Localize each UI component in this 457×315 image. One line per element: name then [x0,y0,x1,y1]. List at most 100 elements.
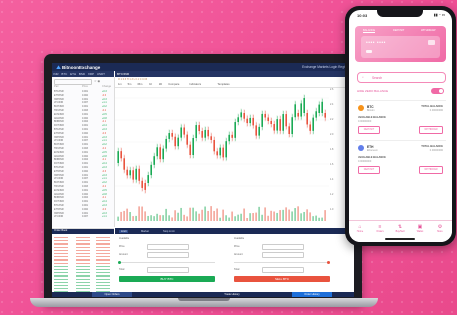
sell-amount-input[interactable] [262,252,304,258]
withdraw-button[interactable]: WITHDRAW [419,126,443,134]
candle [135,168,137,180]
buy-total-input[interactable] [147,267,189,273]
tab-withdraw[interactable]: WITHDRAW [421,29,435,32]
nav-home[interactable]: ⌂ Home [352,224,368,233]
laptop-notch [178,298,230,301]
chart-tool-15m[interactable]: 15m [137,83,142,86]
buy-button[interactable]: BUY BTC [119,276,215,282]
candle [132,170,134,180]
sell-price-input[interactable] [262,244,304,250]
chart-tool-templates[interactable]: Templates [217,83,229,86]
candle [237,117,239,123]
price-tick: 2.0 [330,133,334,136]
order-tab-stop-limit[interactable]: Stop Limit [163,230,175,233]
candle [228,134,230,142]
chart-tool-compare[interactable]: Compare [168,83,179,86]
open-orders-button[interactable]: Open Orders [92,292,132,297]
trade-history-button[interactable]: Trade History [212,292,252,297]
sell-total-input[interactable] [262,267,304,273]
volume-bar [228,217,230,221]
pair-c: -0.1 [102,120,107,124]
candle [267,117,269,121]
pairs-col-pair[interactable]: Pair [54,85,59,88]
sell-slider-knob[interactable] [327,261,330,264]
nav-more[interactable]: ⚙ More [432,224,448,233]
chart-tool-1m[interactable]: 1m [118,83,122,86]
order-tab-market[interactable]: Market [141,230,149,233]
pair-p: 0.001 [82,124,88,128]
pair-p: 0.001 [82,128,88,131]
chart-tool-indicators[interactable]: Indicators [189,83,201,86]
pair-p: 0.003 [82,147,88,150]
deposit-button[interactable]: DEPOSIT [358,166,380,174]
volume-bar [186,216,188,221]
candle [261,113,263,127]
available-balance-label: AVAILABLE BALANCE [358,156,386,159]
price-tick: 1.2 [330,193,334,196]
market-tab-inr[interactable]: INR [53,72,58,76]
tab-balance[interactable]: BALANCE [363,29,376,33]
chart-tool-5m[interactable]: 5m [128,83,132,86]
buy-price-input[interactable] [147,244,189,250]
market-tab-xrp[interactable]: XRP [88,72,94,76]
sell-button[interactable]: SELL BTC [234,276,330,282]
order-book-cell [96,243,110,245]
order-book-cell [96,256,110,258]
chart-tool-1d[interactable]: 1D [159,83,162,86]
market-tab-btc[interactable]: BTC [61,72,67,76]
pairs-col-price[interactable]: Price [82,85,88,88]
order-book-cell [76,288,90,290]
pair-p: 0.004 [82,196,88,200]
pair-n: EOS/INR [54,188,64,192]
sell-slider[interactable] [234,262,330,263]
sell-available-label: Available [234,237,245,240]
pair-p: 0.002 [82,131,88,135]
order-tab-limit[interactable]: Limit [119,229,129,233]
pair-n: BCH/INR [54,181,64,185]
pairs-panel: ☆ ◉ Pair Price Change BTC/INR 0.001 +0.3 ETH/… [52,77,115,227]
pair-n: XRP/INR [54,173,64,177]
available-balance-label: AVAILABLE BALANCE [358,116,386,119]
withdraw-button[interactable]: WITHDRAW [419,166,443,174]
candle [213,139,215,152]
card-chip-icon [366,50,372,53]
volume-bar [168,215,170,221]
pair-n: ETH/INR [54,207,64,211]
top-menu[interactable]: Exchange Markets Login Register [302,65,350,69]
buy-slider-knob[interactable] [118,261,121,264]
volume-bar [246,217,248,221]
star-icon[interactable]: ☆ ◉ [94,79,100,83]
buy-slider[interactable] [119,262,215,263]
brand-logo[interactable]: BitnoonExchange [56,65,100,70]
pair-n: LTC/INR [54,101,64,105]
candle [321,101,323,113]
total-balance-value: 0.00000000 [429,149,443,152]
market-tab-bsd[interactable]: BSD [79,72,85,76]
order-book-cell [76,243,90,245]
hide-zero-toggle[interactable] [431,88,444,94]
nav-buysell[interactable]: ⇅ Buy/Sell [392,224,408,233]
order-book-cell [54,262,68,264]
candle [186,134,188,145]
deposit-button[interactable]: DEPOSIT [358,126,380,134]
logo-icon [56,65,61,70]
coin-search-input[interactable]: ⌕ Search [357,72,446,83]
volume-bar [213,210,215,221]
volume-bar [189,207,191,221]
phone-screen: 10:03 ▮▮ ◔ ▭ BALANCE DEPOSIT WITHDRAW ••… [349,10,452,242]
pair-row[interactable]: LTC/INR 0.007 +1.1 [54,215,112,219]
candle [279,119,281,131]
candle [240,112,242,118]
market-tab-eth[interactable]: ETH [70,72,76,76]
nav-orders[interactable]: ≡ Orders [372,224,388,233]
nav-wallet[interactable]: ▣ Wallet [412,224,428,233]
candlestick-chart[interactable] [115,88,329,223]
available-balance-value: 0.00000000 [358,120,372,123]
pair-n: LTC/INR [54,177,64,181]
pairs-col-change[interactable]: Change [102,85,111,88]
market-tab-usdt[interactable]: USDT [97,72,105,76]
chart-tool-1h[interactable]: 1h [149,83,152,86]
order-history-button[interactable]: Order History [292,292,332,297]
tab-deposit[interactable]: DEPOSIT [393,29,404,32]
buy-amount-input[interactable] [147,252,189,258]
